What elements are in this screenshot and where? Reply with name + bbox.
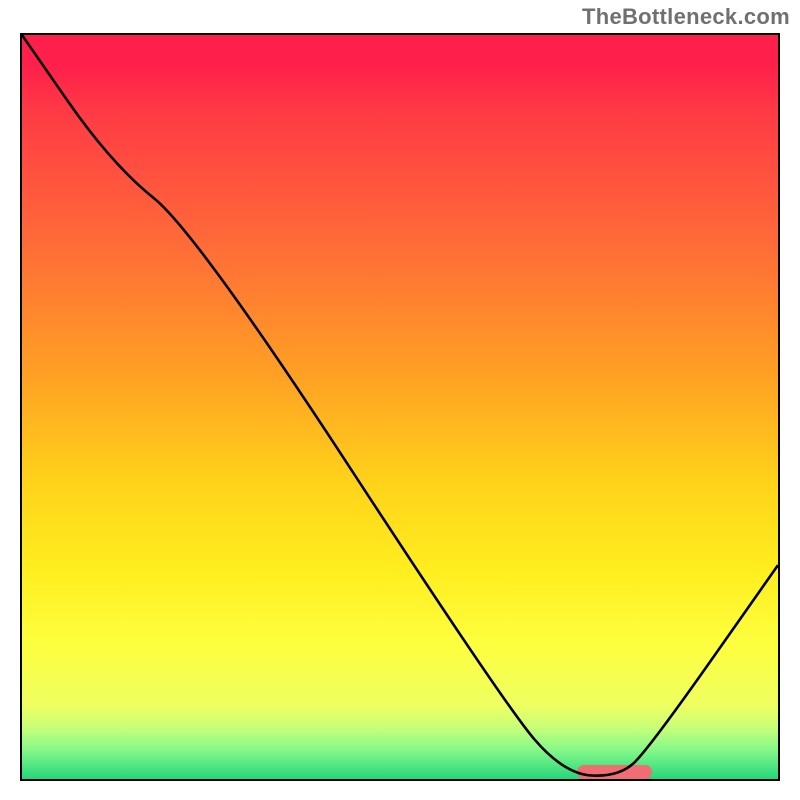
- watermark-label: TheBottleneck.com: [582, 4, 790, 30]
- curve-layer: [22, 35, 778, 779]
- plot-area: [20, 33, 780, 781]
- chart-container: TheBottleneck.com: [0, 0, 800, 800]
- bottleneck-curve: [22, 35, 778, 776]
